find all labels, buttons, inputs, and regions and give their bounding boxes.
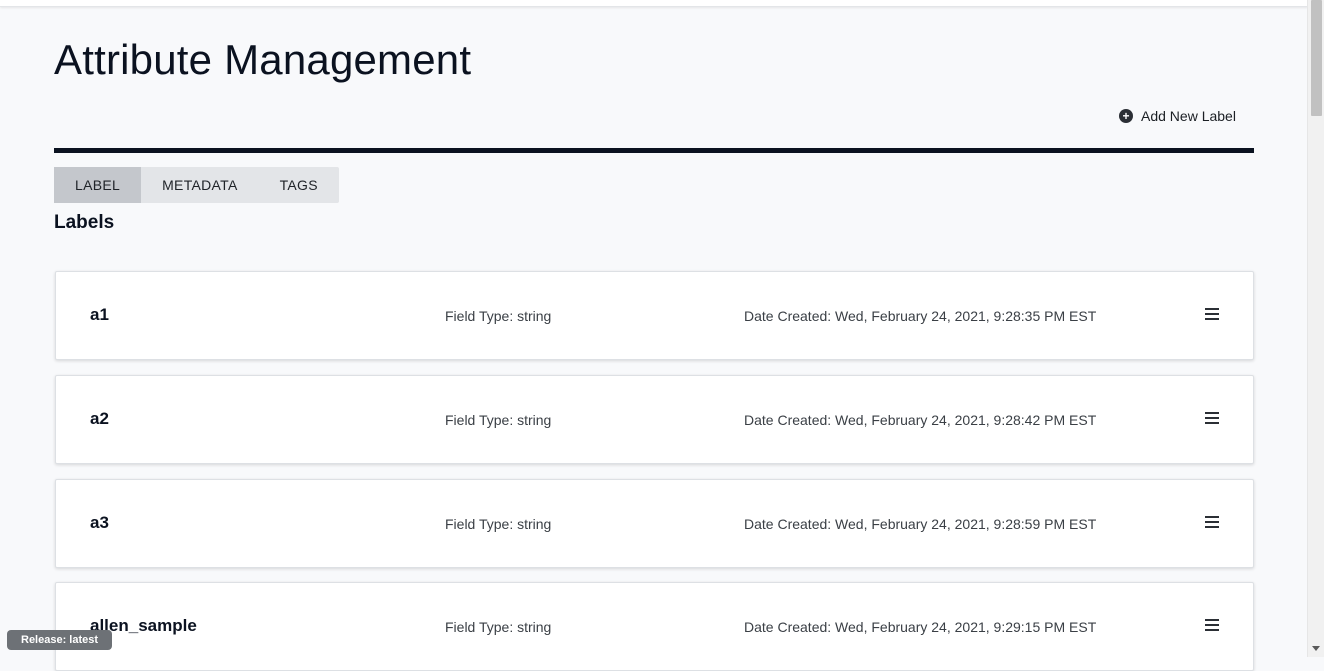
header-divider [54,148,1254,153]
section-title: Labels [54,212,115,233]
add-new-label-text: Add New Label [1141,108,1236,124]
tab-label[interactable]: LABEL [54,167,142,203]
hamburger-menu-icon[interactable] [1205,308,1219,320]
add-new-label-button[interactable]: + Add New Label [1119,108,1236,124]
field-type: Field Type: string [445,308,552,324]
hamburger-menu-icon[interactable] [1205,619,1219,631]
scrollbar-thumb[interactable] [1311,0,1322,116]
top-bar [0,0,1308,7]
label-card[interactable]: a2 Field Type: string Date Created: Wed,… [55,375,1254,464]
scroll-down-arrow-icon[interactable] [1312,646,1320,651]
release-badge: Release: latest [7,630,113,650]
label-name: a3 [90,513,109,532]
label-card[interactable]: allen_sample Field Type: string Date Cre… [55,582,1254,671]
date-created: Date Created: Wed, February 24, 2021, 9:… [744,412,1097,428]
vertical-scrollbar[interactable] [1307,0,1324,657]
field-type: Field Type: string [445,516,552,532]
date-created: Date Created: Wed, February 24, 2021, 9:… [744,308,1097,324]
field-type: Field Type: string [445,412,552,428]
label-card[interactable]: a3 Field Type: string Date Created: Wed,… [55,479,1254,568]
hamburger-menu-icon[interactable] [1205,412,1219,424]
date-created: Date Created: Wed, February 24, 2021, 9:… [744,516,1097,532]
field-type: Field Type: string [445,619,552,635]
label-card[interactable]: a1 Field Type: string Date Created: Wed,… [55,271,1254,360]
tab-metadata[interactable]: METADATA [141,167,259,203]
hamburger-menu-icon[interactable] [1205,516,1219,528]
label-name: a1 [90,305,109,324]
tab-tags[interactable]: TAGS [259,167,339,203]
label-name: a2 [90,409,109,428]
date-created: Date Created: Wed, February 24, 2021, 9:… [744,619,1097,635]
plus-circle-icon: + [1119,109,1133,123]
page-title: Attribute Management [54,36,472,83]
attribute-tabs: LABEL METADATA TAGS [54,167,339,203]
